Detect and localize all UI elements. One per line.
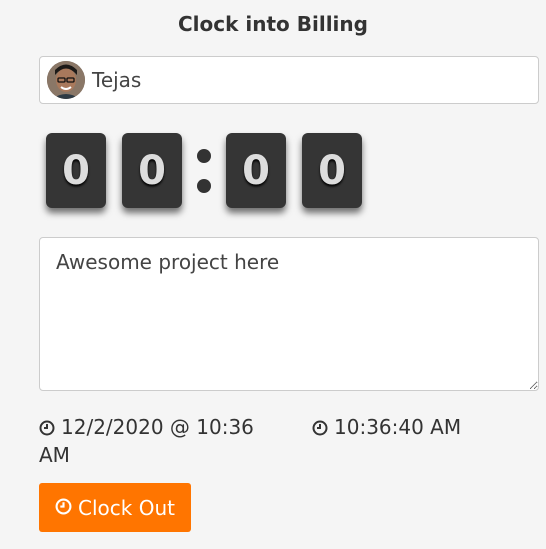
- timer-digit: 0: [302, 133, 362, 208]
- clock-icon: [39, 416, 55, 442]
- timer-digit: 0: [226, 133, 286, 208]
- user-select[interactable]: Tejas: [39, 56, 539, 104]
- current-time: 10:36:40 AM: [312, 414, 461, 442]
- user-avatar: [47, 61, 85, 99]
- clock-out-label: Clock Out: [78, 495, 175, 520]
- clock-in-text: 12/2/2020 @ 10:36 AM: [39, 415, 254, 467]
- project-notes-textarea[interactable]: Awesome project here: [39, 237, 539, 391]
- clock-out-button[interactable]: Clock Out: [39, 483, 191, 532]
- timer-digit: 0: [46, 133, 106, 208]
- timer-digit: 0: [122, 133, 182, 208]
- clock-in-timestamp: 12/2/2020 @ 10:36 AM: [39, 414, 259, 468]
- clock-icon: [312, 416, 328, 442]
- timer-separator: [182, 141, 226, 201]
- elapsed-timer: 0 0 0 0: [46, 133, 362, 208]
- clock-icon: [55, 496, 72, 520]
- user-name: Tejas: [92, 68, 142, 92]
- current-time-text: 10:36:40 AM: [334, 415, 462, 439]
- page-title: Clock into Billing: [178, 12, 368, 36]
